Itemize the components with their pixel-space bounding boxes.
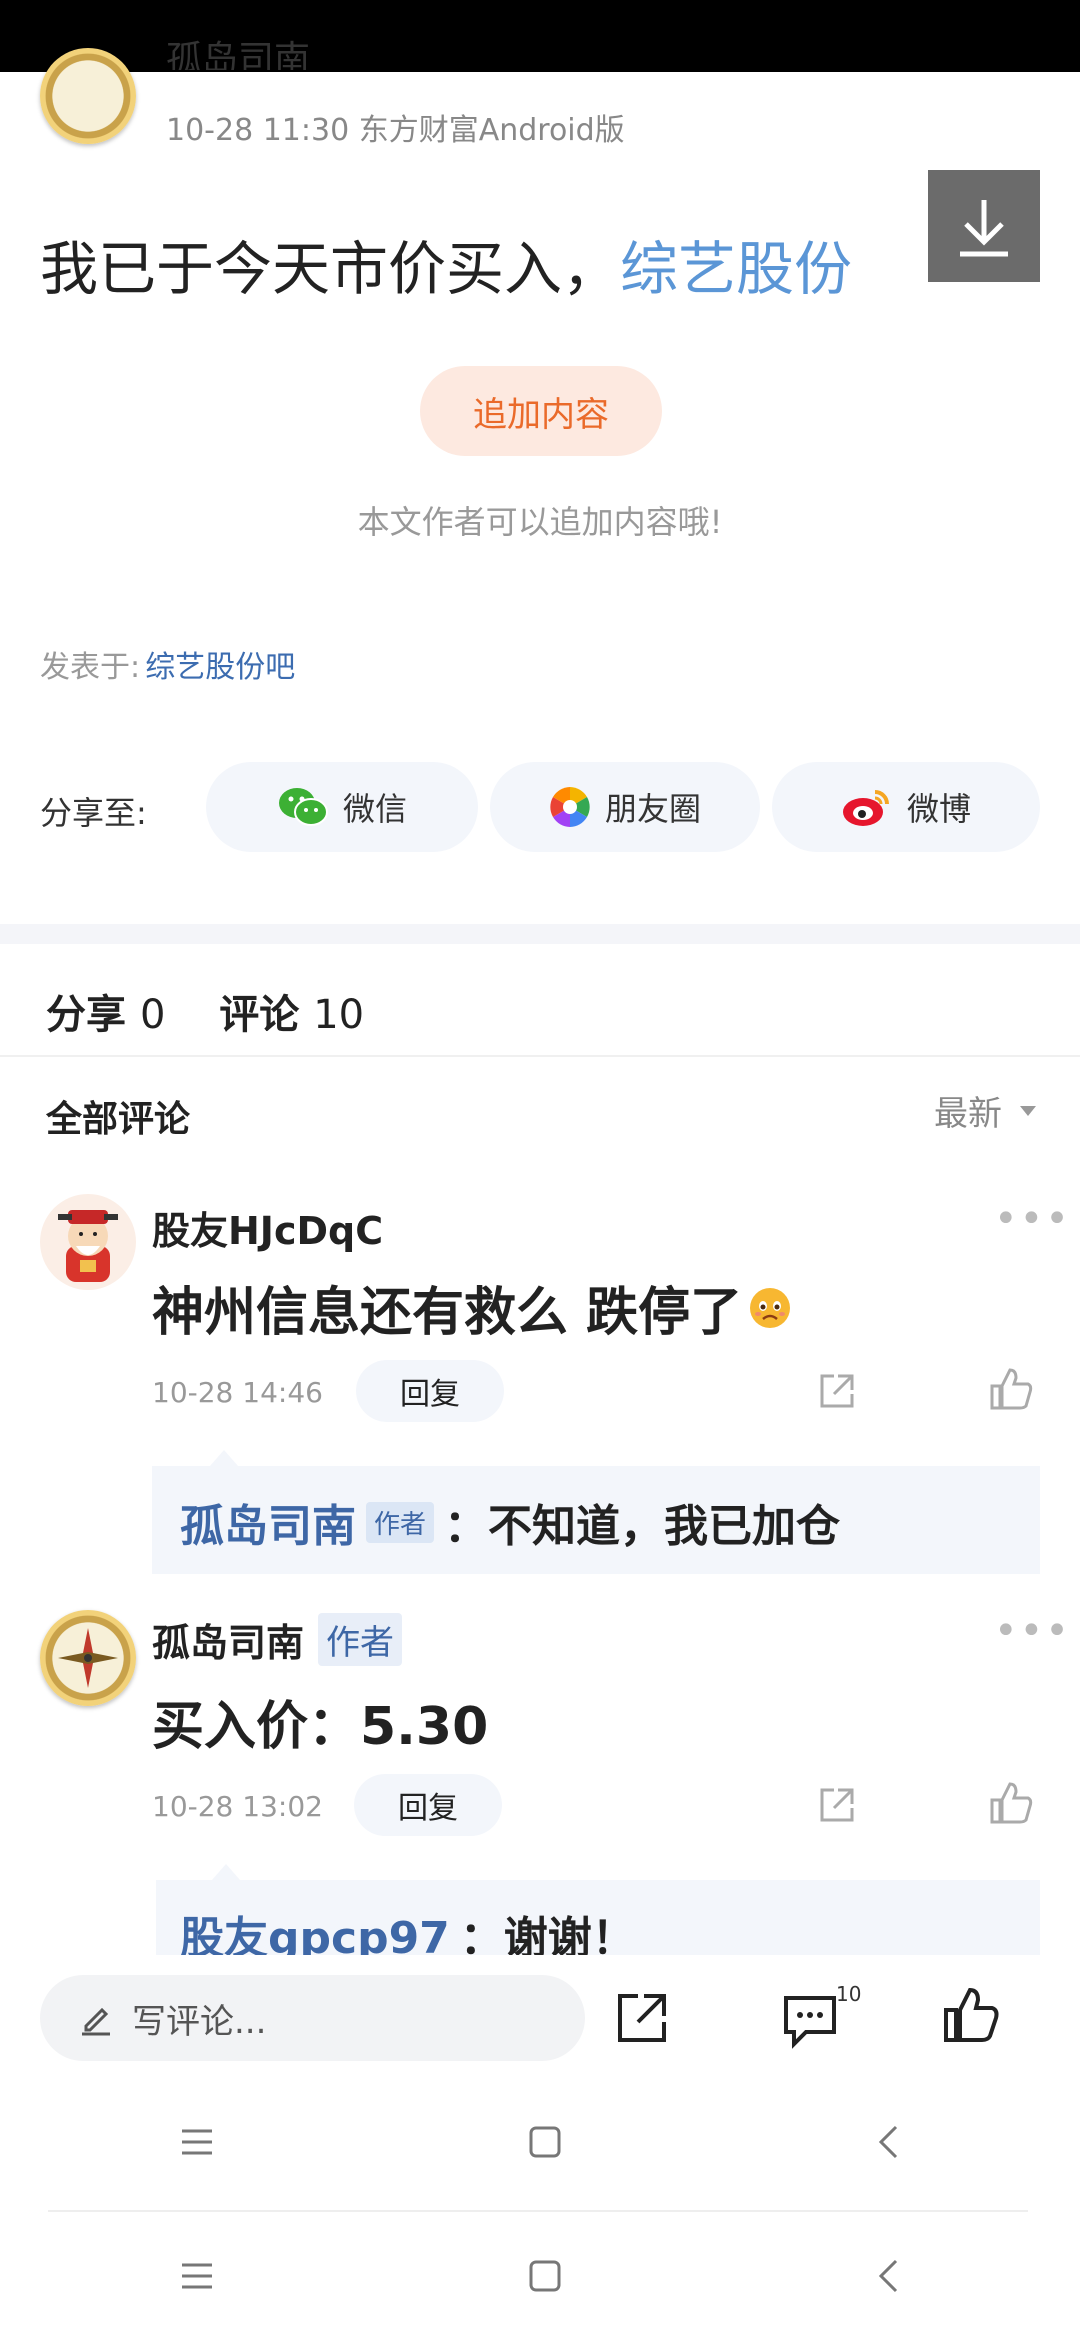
menu-icon[interactable] xyxy=(180,2127,214,2157)
compass-icon xyxy=(58,1628,118,1688)
add-content-hint: 本文作者可以追加内容哦! xyxy=(357,503,723,541)
share-moments-button[interactable]: 朋友圈 xyxy=(490,762,760,852)
sort-label: 最新 xyxy=(934,1094,1002,1134)
home-icon[interactable] xyxy=(528,2259,562,2293)
like-icon[interactable] xyxy=(942,1986,1000,2044)
back-icon[interactable] xyxy=(876,2124,900,2160)
comment-count: 10 xyxy=(313,992,365,1038)
comment-time: 10-28 14:46 xyxy=(152,1376,323,1409)
comment-text: 神州信息还有救么 跌停了 xyxy=(152,1283,743,1343)
share-weibo-button[interactable]: 微博 xyxy=(772,762,1040,852)
sort-dropdown[interactable]: 最新 xyxy=(934,1086,1038,1135)
all-comments-title: 全部评论 xyxy=(46,1099,191,1140)
comment-input[interactable]: 写评论... xyxy=(40,1975,585,2061)
section-divider xyxy=(0,924,1080,944)
status-bar xyxy=(0,0,1080,72)
share-count-label: 分享 xyxy=(46,992,126,1038)
comments-button[interactable]: 10 xyxy=(780,1982,861,2050)
posted-in-label: 发表于: xyxy=(40,650,141,685)
system-nav-bar xyxy=(0,2216,1080,2336)
author-name-cut[interactable]: 孤岛司南 xyxy=(166,40,310,70)
share-count: 0 xyxy=(139,992,166,1038)
share-weibo-label: 微博 xyxy=(906,790,971,828)
more-options-icon[interactable]: ••• xyxy=(994,1608,1071,1654)
author-avatar[interactable] xyxy=(40,48,136,144)
comment-time: 10-28 13:02 xyxy=(152,1790,323,1823)
download-button[interactable] xyxy=(928,170,1040,282)
reply-button[interactable]: 回复 xyxy=(356,1360,504,1422)
add-content-button[interactable]: 追加内容 xyxy=(420,366,662,456)
pencil-icon xyxy=(82,2007,110,2036)
reply-pointer xyxy=(212,1864,240,1880)
commenter-avatar[interactable] xyxy=(40,1610,136,1706)
forum-link[interactable]: 综艺股份吧 xyxy=(145,650,295,685)
comment-username[interactable]: 孤岛司南 xyxy=(152,1612,304,1667)
author-tag: 作者 xyxy=(318,1613,403,1666)
comment-username[interactable]: 股友HJcDqC xyxy=(152,1200,383,1255)
like-icon[interactable] xyxy=(988,1366,1034,1412)
system-nav-bar xyxy=(0,2082,1080,2202)
menu-icon[interactable] xyxy=(180,2261,214,2291)
post-title-text: 我已于今天市价买入， xyxy=(40,235,621,303)
post-stats: 分享 0 评论 10 xyxy=(46,982,364,1040)
weibo-icon xyxy=(842,790,889,826)
reply-content: 孤岛司南 作者 ：不知道，我已加仓 xyxy=(180,1490,840,1554)
more-options-icon[interactable]: ••• xyxy=(994,1196,1071,1242)
back-icon[interactable] xyxy=(876,2258,900,2294)
share-icon[interactable] xyxy=(614,1990,670,2046)
download-icon xyxy=(960,200,1008,257)
comment-count-label: 评论 xyxy=(219,992,300,1038)
reply-pointer xyxy=(210,1450,238,1466)
wechat-icon xyxy=(278,788,328,826)
stock-link[interactable]: 综艺股份 xyxy=(620,235,852,303)
share-wechat-button[interactable]: 微信 xyxy=(206,762,478,852)
share-moments-label: 朋友圈 xyxy=(604,790,701,828)
comment-icon xyxy=(784,1996,836,2049)
share-label: 分享至: xyxy=(40,794,147,832)
commenter-avatar[interactable] xyxy=(40,1194,136,1290)
caret-down-icon xyxy=(1020,1105,1036,1116)
posted-in: 发表于: 综艺股份吧 xyxy=(40,642,295,686)
nav-separator xyxy=(48,2210,1028,2212)
post-title: 我已于今天市价买入，综艺股份 xyxy=(40,222,852,306)
comment-header: 孤岛司南 作者 xyxy=(152,1612,403,1667)
moments-icon xyxy=(549,787,590,827)
home-icon[interactable] xyxy=(528,2125,562,2159)
fortune-god-icon xyxy=(58,1210,118,1282)
post-meta: 10-28 11:30 东方财富Android版 xyxy=(166,113,625,148)
like-icon[interactable] xyxy=(988,1780,1034,1826)
reply-button[interactable]: 回复 xyxy=(354,1774,502,1836)
comment-text: 买入价：5.30 xyxy=(152,1697,489,1757)
comment-count-badge: 10 xyxy=(836,1982,862,2006)
reply-author-name[interactable]: 孤岛司南 xyxy=(180,1490,356,1554)
comment-placeholder: 写评论... xyxy=(132,2001,267,2042)
comment-body: 神州信息还有救么 跌停了 xyxy=(152,1270,792,1345)
share-wechat-label: 微信 xyxy=(342,790,407,828)
share-icon[interactable] xyxy=(816,1370,858,1412)
sad-face-emoji-icon xyxy=(750,1287,791,1328)
author-tag: 作者 xyxy=(366,1501,435,1543)
reply-text: ：不知道，我已加仓 xyxy=(444,1501,841,1552)
divider xyxy=(0,1055,1080,1057)
share-icon[interactable] xyxy=(816,1784,858,1826)
